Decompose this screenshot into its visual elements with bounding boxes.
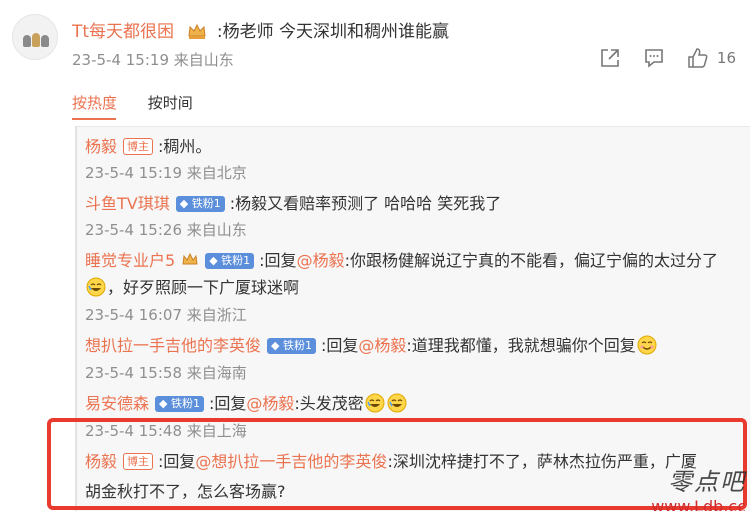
post-text: :杨老师 今天深圳和稠州谁能赢 — [216, 22, 450, 42]
reply-meta: 23-5-4 16:07 来自浙江 — [85, 306, 247, 324]
reply-item-continued: ，好歹照顾一下广厦球迷啊 — [85, 274, 299, 298]
reply-text: :你跟杨健解说辽宁真的不能看，偏辽宁偏的太过分了 — [344, 251, 718, 270]
reply-username[interactable]: 斗鱼TV琪琪 — [85, 194, 170, 213]
fan-badge: ◆ 铁粉1 — [155, 396, 204, 412]
crown-icon — [188, 23, 207, 39]
avatar-figure — [23, 35, 31, 47]
reply-mention[interactable]: @杨毅 — [246, 394, 294, 413]
avatar-figure — [32, 33, 40, 47]
laughing-emoji-icon — [387, 393, 407, 413]
reply-item: 易安德森 ◆ 铁粉1:回复@杨毅:头发茂密 — [85, 390, 408, 414]
divider — [75, 126, 750, 127]
like-count: 16 — [716, 49, 736, 67]
reply-text: :道理我都懂，我就想骗你个回复 — [406, 336, 636, 355]
reply-meta: 23-5-4 15:19 来自北京 — [85, 164, 247, 182]
post-header: Tt每天都很困 :杨老师 今天深圳和稠州谁能赢 23-5-4 15:19 来自山… — [0, 0, 750, 80]
reply-text: ，好歹照顾一下广厦球迷啊 — [107, 278, 300, 297]
post-meta: 23-5-4 15:19 来自山东 — [72, 51, 234, 69]
reply-mention[interactable]: @杨毅 — [297, 251, 345, 270]
share-icon[interactable] — [599, 47, 621, 69]
comment-icon[interactable] — [643, 47, 665, 69]
reply-text: :稠州。 — [158, 137, 212, 156]
post-title-line: Tt每天都很困 :杨老师 今天深圳和稠州谁能赢 — [72, 17, 449, 42]
sort-tabs: 按热度 按时间 — [72, 92, 193, 113]
fan-badge: ◆ 铁粉1 — [205, 253, 255, 269]
reply-mention[interactable]: @杨毅 — [358, 336, 406, 355]
reply-prefix: :回复 — [259, 251, 297, 270]
reply-text: :头发茂密 — [294, 394, 364, 413]
tab-sort-hot[interactable]: 按热度 — [72, 94, 117, 112]
reply-username[interactable]: 想扒拉一手吉他的李英俊 — [85, 336, 261, 355]
reply-item: 斗鱼TV琪琪 ◆ 铁粉1:杨毅又看赔率预测了 哈哈哈 笑死我了 — [85, 190, 501, 214]
laughing-emoji-icon — [365, 393, 385, 413]
highlight-box — [47, 418, 747, 510]
crown-icon — [182, 252, 198, 265]
fan-badge: ◆ 铁粉1 — [267, 338, 316, 354]
reply-username[interactable]: 易安德森 — [85, 394, 149, 413]
avatar[interactable] — [12, 14, 58, 60]
reply-meta: 23-5-4 15:26 来自山东 — [85, 221, 247, 239]
reply-username[interactable]: 睡觉专业户5 — [85, 251, 175, 270]
avatar-figure — [41, 35, 49, 47]
reply-username[interactable]: 杨毅 — [85, 137, 117, 156]
reply-text: :杨毅又看赔率预测了 哈哈哈 笑死我了 — [229, 194, 502, 213]
host-badge: 博主 — [123, 138, 154, 155]
post-actions: 16 — [577, 47, 736, 69]
reply-item: 杨毅 博主:稠州。 — [85, 133, 211, 157]
reply-prefix: :回复 — [208, 394, 247, 413]
fan-badge: ◆ 铁粉1 — [175, 196, 225, 212]
reply-prefix: :回复 — [320, 336, 359, 355]
smile-emoji-icon — [637, 335, 657, 355]
reply-item: 睡觉专业户5 ◆ 铁粉1:回复@杨毅:你跟杨健解说辽宁真的不能看，偏辽宁偏的太过分… — [85, 247, 718, 271]
post-username[interactable]: Tt每天都很困 — [72, 22, 174, 42]
tab-sort-time[interactable]: 按时间 — [148, 94, 193, 112]
laughing-emoji-icon — [86, 277, 106, 297]
like-icon[interactable] — [687, 47, 709, 69]
active-tab-indicator — [72, 118, 116, 120]
reply-meta: 23-5-4 15:58 来自海南 — [85, 364, 247, 382]
reply-item: 想扒拉一手吉他的李英俊 ◆ 铁粉1:回复@杨毅:道理我都懂，我就想骗你个回复 — [85, 332, 658, 356]
